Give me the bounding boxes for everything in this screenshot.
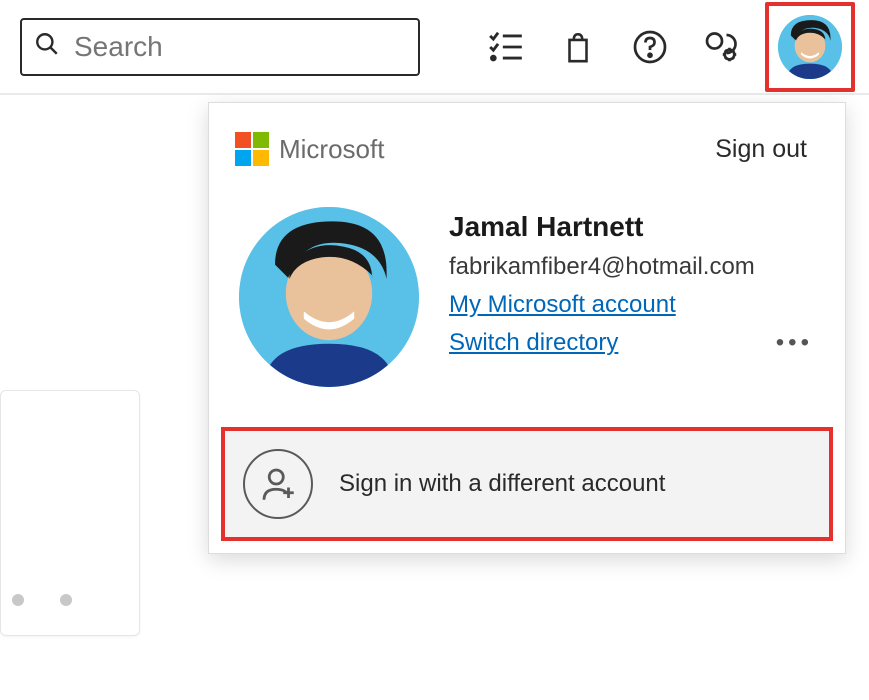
more-options-icon[interactable]: ••• bbox=[776, 329, 815, 357]
checklist-icon[interactable] bbox=[477, 18, 535, 76]
switch-directory-link[interactable]: Switch directory bbox=[449, 329, 618, 357]
shopping-bag-icon[interactable] bbox=[549, 18, 607, 76]
sign-in-different-label: Sign in with a different account bbox=[339, 470, 665, 498]
brand-label: Microsoft bbox=[279, 134, 384, 165]
help-icon[interactable] bbox=[621, 18, 679, 76]
profile-avatar-button[interactable] bbox=[765, 2, 855, 92]
microsoft-logo-icon bbox=[235, 132, 269, 166]
avatar-large bbox=[239, 207, 419, 387]
microsoft-brand: Microsoft bbox=[235, 132, 384, 166]
my-microsoft-account-link[interactable]: My Microsoft account bbox=[449, 291, 815, 319]
settings-icon[interactable] bbox=[693, 18, 751, 76]
person-add-icon bbox=[243, 449, 313, 519]
search-input[interactable] bbox=[74, 31, 406, 63]
search-icon bbox=[34, 31, 60, 62]
search-box[interactable] bbox=[20, 18, 420, 76]
user-name: Jamal Hartnett bbox=[449, 211, 815, 243]
sign-out-link[interactable]: Sign out bbox=[715, 135, 807, 164]
carousel-dots bbox=[12, 594, 72, 606]
account-popover: Microsoft Sign out Jamal Hartnett fabrik… bbox=[208, 102, 846, 554]
avatar-icon bbox=[778, 15, 842, 79]
user-email: fabrikamfiber4@hotmail.com bbox=[449, 253, 815, 281]
sign-in-different-account-button[interactable]: Sign in with a different account bbox=[221, 427, 833, 541]
